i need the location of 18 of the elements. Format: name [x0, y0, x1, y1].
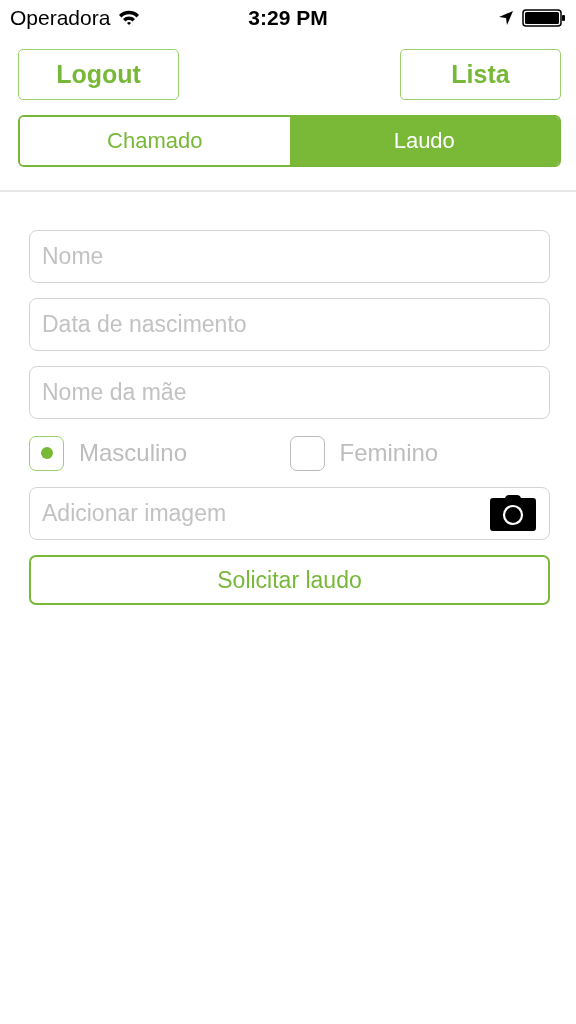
camera-icon[interactable]	[490, 495, 536, 531]
gender-checkbox[interactable]	[289, 435, 325, 471]
image-field[interactable]: Adicionar imagem	[29, 487, 550, 540]
location-arrow-icon	[498, 10, 514, 26]
wifi-icon	[118, 10, 141, 26]
text-field[interactable]: Nome da mãe	[29, 366, 550, 419]
segment-tab[interactable]: Laudo	[289, 117, 559, 165]
carrier-name: Operadora	[10, 6, 111, 30]
battery-icon	[522, 9, 566, 27]
text-field[interactable]: Nome	[29, 230, 550, 283]
status-time: 3:29 PM	[248, 6, 328, 30]
gender-label: Masculino	[79, 439, 188, 467]
gender-checkbox[interactable]	[29, 435, 64, 471]
text-field[interactable]: Data de nascimento	[29, 298, 550, 351]
list-button[interactable]: Lista	[400, 49, 561, 100]
gender-label: Feminino	[339, 439, 439, 467]
submit-button[interactable]: Solicitar laudo	[29, 555, 550, 605]
logout-button[interactable]: Logout	[18, 49, 179, 100]
